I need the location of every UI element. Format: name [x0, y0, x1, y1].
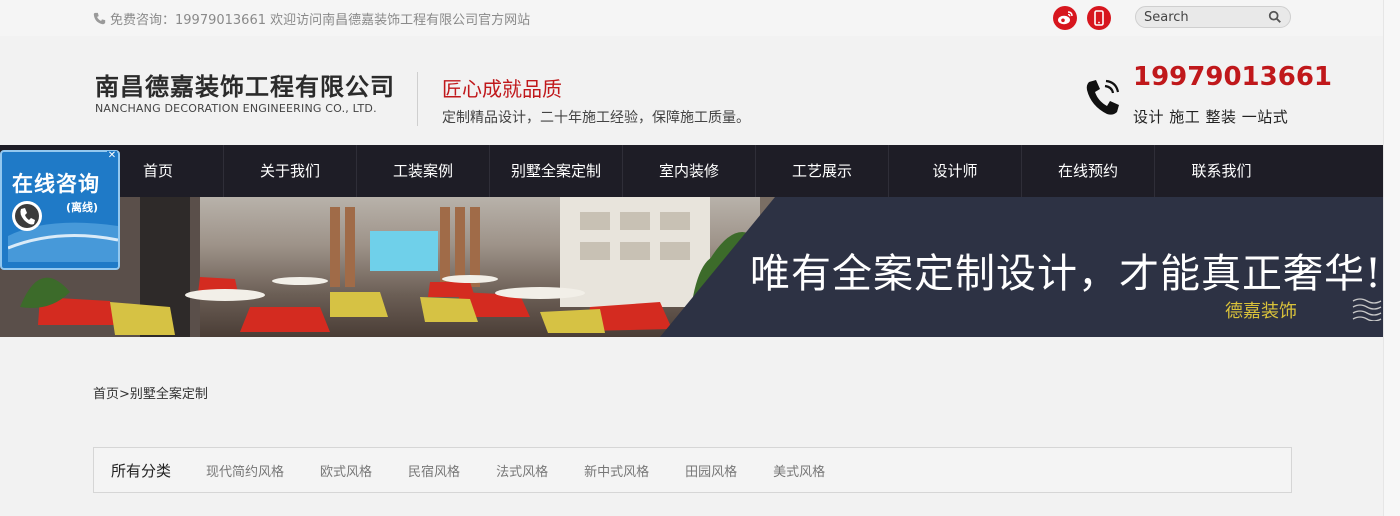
online-consult-widget[interactable]: ✕ 在线咨询 (离线): [0, 150, 120, 270]
banner-subtitle: 德嘉装饰: [1225, 301, 1297, 322]
close-icon[interactable]: ✕: [107, 151, 117, 161]
hero-banner: 唯有全案定制设计，才能真正奢华! 德嘉装饰: [0, 197, 1383, 337]
search-input[interactable]: [1144, 9, 1268, 25]
vertical-scrollbar[interactable]: [1383, 0, 1400, 516]
category-french[interactable]: 法式风格: [496, 461, 548, 480]
top-bar: 免费咨询：19979013661 欢迎访问南昌德嘉装饰工程有限公司官方网站: [0, 0, 1383, 36]
nav-item-contact[interactable]: 联系我们: [1155, 145, 1288, 197]
nav-item-designers[interactable]: 设计师: [889, 145, 1022, 197]
main-nav: 首页 关于我们 工装案例 别墅全案定制 室内装修 工艺展示 设计师 在线预约 联…: [0, 145, 1383, 197]
weibo-icon[interactable]: [1053, 6, 1077, 30]
category-american[interactable]: 美式风格: [773, 461, 825, 480]
nav-list: 首页 关于我们 工装案例 别墅全案定制 室内装修 工艺展示 设计师 在线预约 联…: [93, 145, 1288, 197]
breadcrumb-separator: >: [119, 387, 130, 402]
nav-item-villa-custom[interactable]: 别墅全案定制: [490, 145, 623, 197]
breadcrumb-current[interactable]: 别墅全案定制: [130, 387, 208, 402]
phone-icon: [93, 12, 106, 25]
nav-item-about[interactable]: 关于我们: [224, 145, 357, 197]
category-filter-bar: 所有分类 现代简约风格 欧式风格 民宿风格 法式风格 新中式风格 田园风格 美式…: [93, 447, 1292, 493]
top-contact: 免费咨询：19979013661 欢迎访问南昌德嘉装饰工程有限公司官方网站: [93, 9, 530, 28]
category-homestay[interactable]: 民宿风格: [408, 461, 460, 480]
site-header: 南昌德嘉装饰工程有限公司 NANCHANG DECORATION ENGINEE…: [0, 36, 1383, 145]
headset-phone-icon: [8, 201, 118, 262]
category-pastoral[interactable]: 田园风格: [685, 461, 737, 480]
page: 免费咨询：19979013661 欢迎访问南昌德嘉装饰工程有限公司官方网站 南昌…: [0, 0, 1400, 516]
nav-item-booking[interactable]: 在线预约: [1022, 145, 1155, 197]
top-contact-text: 免费咨询：19979013661 欢迎访问南昌德嘉装饰工程有限公司官方网站: [110, 13, 531, 28]
breadcrumb: 首页>别墅全案定制: [93, 383, 208, 402]
company-name-cn[interactable]: 南昌德嘉装饰工程有限公司: [95, 67, 395, 102]
banner-title: 唯有全案定制设计，才能真正奢华!: [750, 251, 1383, 297]
slogan-subtitle: 定制精品设计，二十年施工经验，保障施工质量。: [442, 110, 750, 126]
category-new-chinese[interactable]: 新中式风格: [584, 461, 649, 480]
hotline-number: 19979013661: [1133, 62, 1332, 92]
company-name-en: NANCHANG DECORATION ENGINEERING CO., LTD…: [95, 102, 377, 115]
social-links: [1053, 6, 1111, 30]
category-modern-minimal[interactable]: 现代简约风格: [206, 461, 284, 480]
mobile-icon[interactable]: [1087, 6, 1111, 30]
nav-item-commercial-cases[interactable]: 工装案例: [357, 145, 490, 197]
category-all-label: 所有分类: [111, 461, 172, 480]
header-divider: [417, 72, 418, 126]
search-box: [1135, 6, 1291, 28]
consult-title: 在线咨询: [12, 172, 100, 196]
phone-call-icon: [1086, 79, 1120, 115]
breadcrumb-home[interactable]: 首页: [93, 387, 119, 402]
category-european[interactable]: 欧式风格: [320, 461, 372, 480]
nav-item-craft[interactable]: 工艺展示: [756, 145, 889, 197]
wave-decoration-icon: [1352, 298, 1382, 321]
nav-item-interior[interactable]: 室内装修: [623, 145, 756, 197]
hotline-subtitle: 设计 施工 整装 一站式: [1133, 108, 1289, 126]
search-icon[interactable]: [1268, 10, 1282, 24]
slogan: 匠心成就品质: [442, 77, 562, 101]
